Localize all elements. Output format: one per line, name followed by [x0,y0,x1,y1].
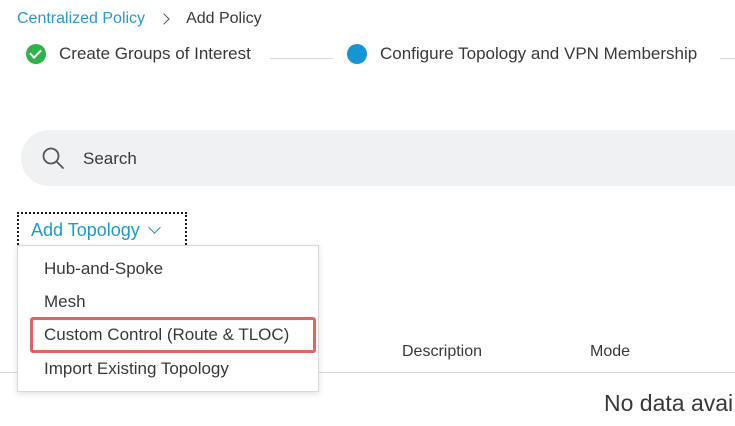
step-connector [720,58,735,59]
search-icon [42,147,64,169]
chevron-right-icon [158,12,172,26]
step-label: Configure Topology and VPN Membership [380,44,698,63]
breadcrumb: Centralized Policy Add Policy [17,10,262,28]
menu-item-import-existing-topology[interactable]: Import Existing Topology [44,359,229,379]
active-step-dot-icon [347,44,367,64]
search-bar[interactable] [21,130,735,186]
breadcrumb-link-centralized-policy[interactable]: Centralized Policy [17,10,145,28]
add-topology-button[interactable]: Add Topology [17,212,187,248]
add-topology-label: Add Topology [31,219,140,240]
column-header-description[interactable]: Description [402,343,482,361]
check-circle-icon [26,44,46,64]
step-create-groups[interactable]: Create Groups of Interest [26,44,251,64]
search-input[interactable] [83,147,683,171]
step-configure-topology[interactable]: Configure Topology and VPN Membership [347,44,697,64]
menu-item-custom-control[interactable]: Custom Control (Route & TLOC) [44,325,289,345]
menu-item-hub-and-spoke[interactable]: Hub-and-Spoke [44,259,163,279]
step-label: Create Groups of Interest [59,44,251,63]
column-header-mode[interactable]: Mode [590,343,630,361]
chevron-down-icon [147,221,161,234]
menu-item-mesh[interactable]: Mesh [44,292,86,312]
breadcrumb-current: Add Policy [186,10,262,27]
no-data-message: No data avai [604,390,734,416]
add-topology-dropdown-menu: Hub-and-Spoke Mesh Custom Control (Route… [17,245,319,392]
wizard-stepper: Create Groups of Interest Configure Topo… [0,44,735,72]
step-connector [270,58,333,59]
